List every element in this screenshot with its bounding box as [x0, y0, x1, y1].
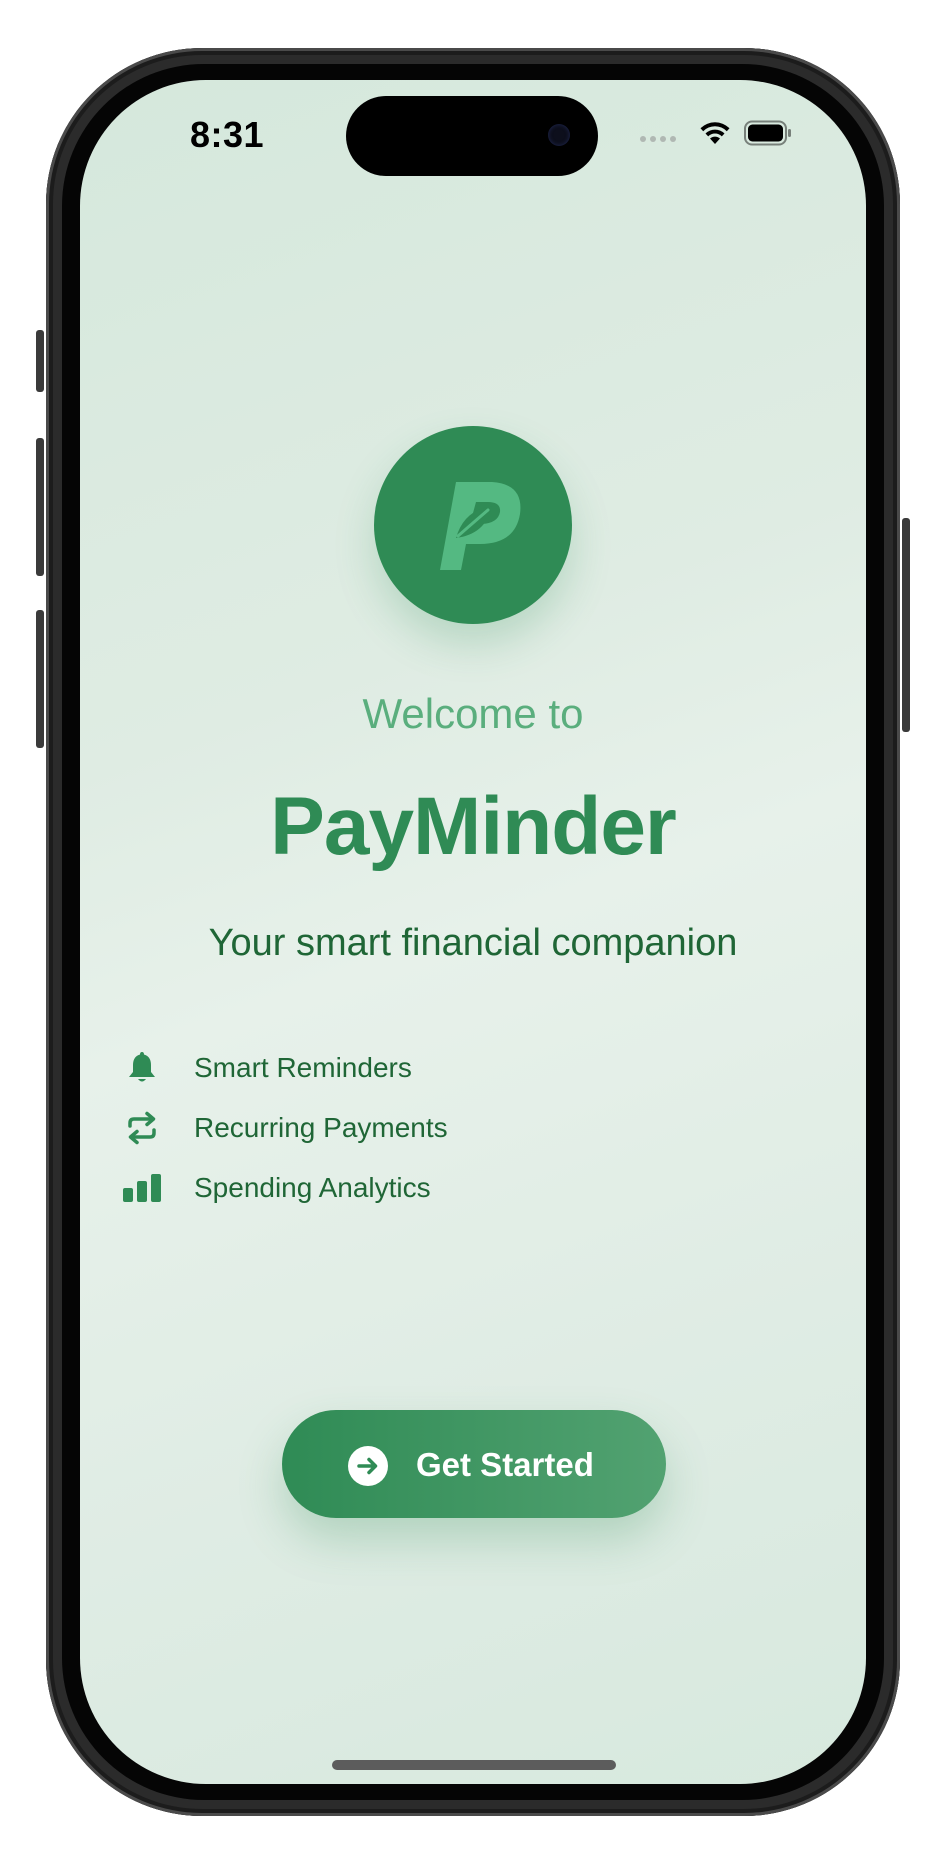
feature-item-spending-analytics: Spending Analytics [120, 1166, 620, 1210]
volume-up-button [36, 438, 44, 576]
p-leaf-logo-icon [440, 482, 521, 570]
feature-label: Recurring Payments [194, 1112, 448, 1143]
bell-icon [129, 1052, 155, 1082]
screen: 8:31 Welcome to PayMinder Your smart fin… [80, 80, 866, 1784]
status-time: 8:31 [190, 114, 265, 155]
get-started-label: Get Started [416, 1446, 594, 1483]
front-camera-icon [548, 124, 570, 146]
screen-bezel: 8:31 Welcome to PayMinder Your smart fin… [62, 64, 884, 1800]
feature-item-recurring-payments: Recurring Payments [120, 1106, 620, 1150]
app-name-title: PayMinder [270, 781, 677, 872]
home-indicator[interactable] [332, 1760, 616, 1770]
power-button [902, 518, 910, 732]
battery-icon [744, 120, 791, 146]
cellular-signal-icon [640, 136, 676, 142]
get-started-button[interactable]: Get Started [282, 1410, 666, 1518]
repeat-icon [128, 1111, 156, 1145]
feature-label: Smart Reminders [194, 1052, 412, 1083]
bar-chart-icon [123, 1174, 161, 1202]
dynamic-island [346, 96, 598, 176]
feature-label: Spending Analytics [194, 1172, 431, 1203]
app-logo [374, 426, 572, 624]
action-button [36, 330, 44, 392]
wifi-icon [700, 122, 730, 144]
tagline: Your smart financial companion [208, 922, 738, 964]
volume-down-button [36, 610, 44, 748]
phone-frame: 8:31 Welcome to PayMinder Your smart fin… [36, 48, 910, 1816]
feature-item-smart-reminders: Smart Reminders [120, 1046, 620, 1090]
welcome-text: Welcome to [362, 690, 584, 737]
arrow-right-circle-icon [348, 1446, 388, 1486]
